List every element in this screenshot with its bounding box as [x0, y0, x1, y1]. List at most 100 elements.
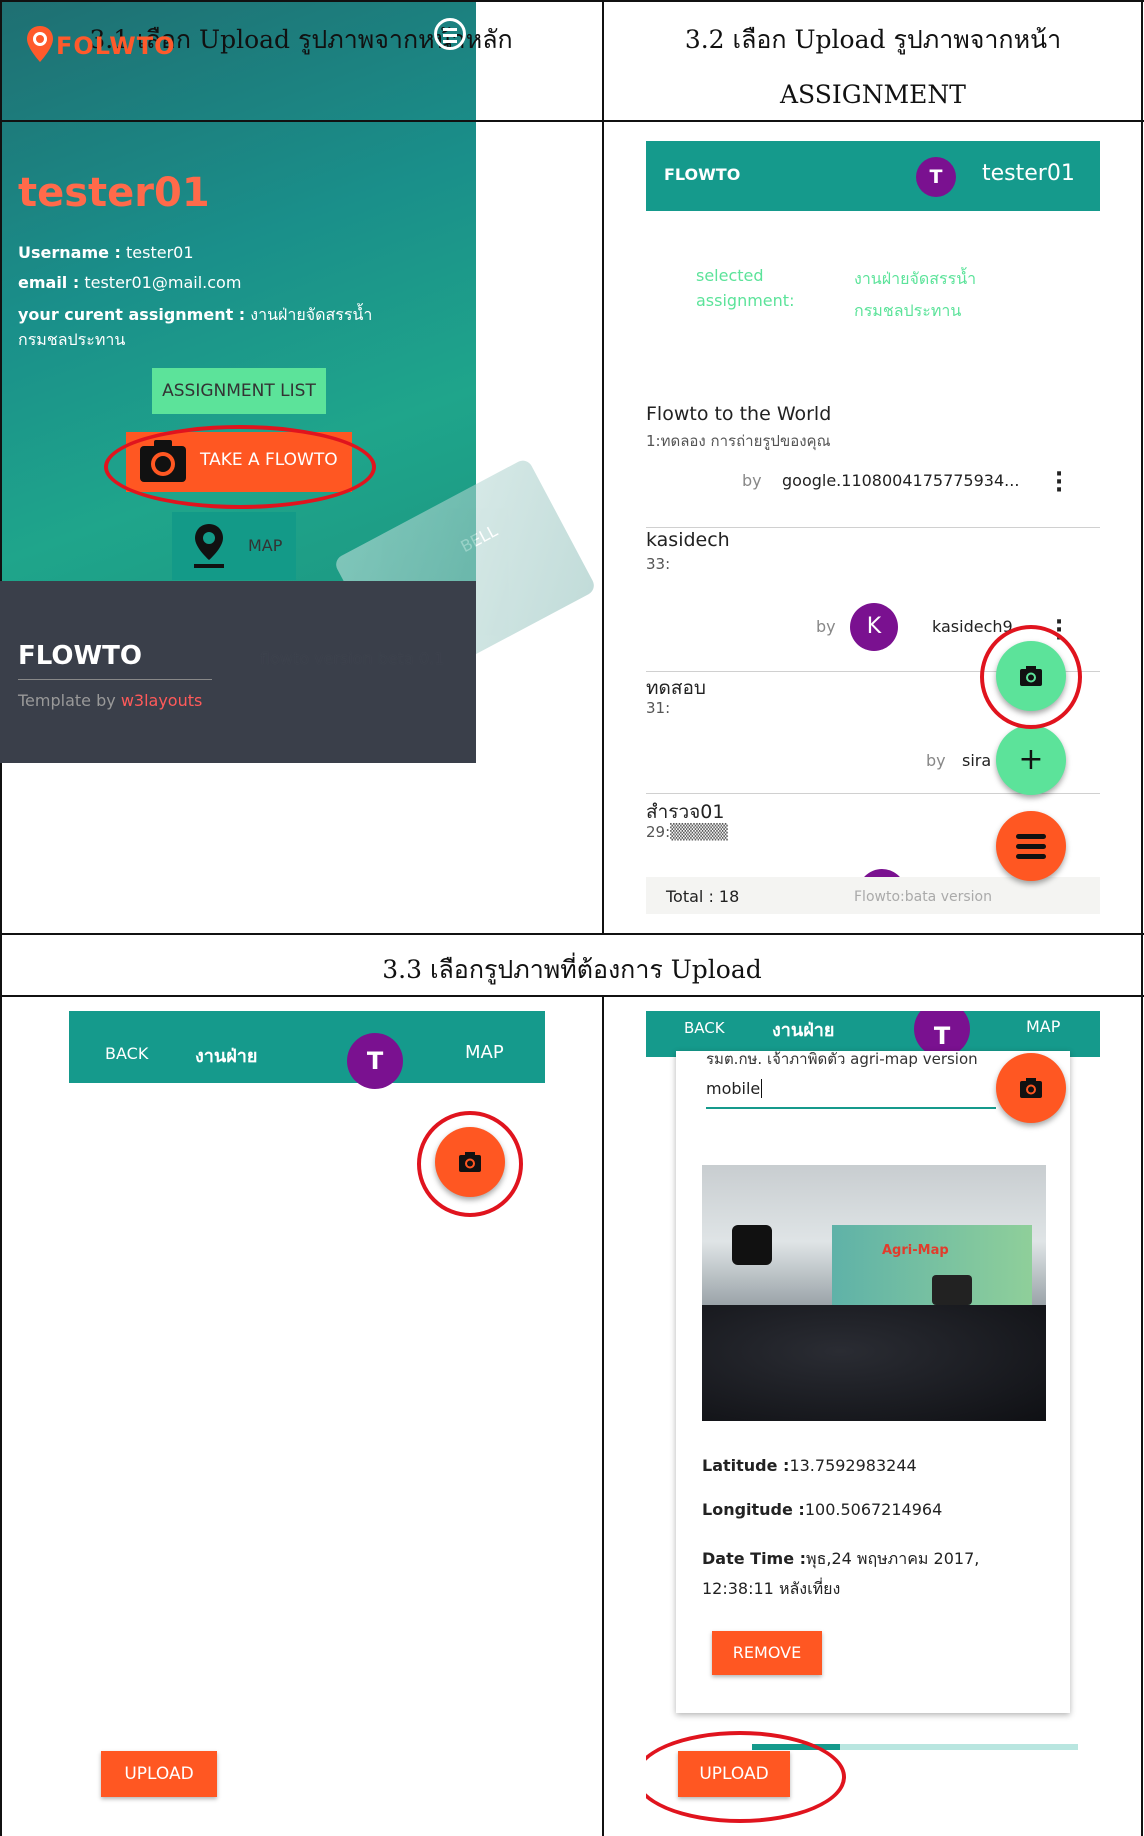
more-vert-icon[interactable]: · · · [1054, 464, 1064, 502]
table-col-divider-bottom [602, 995, 604, 1836]
longitude-line: Longitude :100.5067214964 [702, 1500, 942, 1519]
header-cell-3-2-line1: 3.2 เลือก Upload รูปภาพจากหน้า [684, 25, 1062, 54]
table-row-line-3 [0, 995, 1144, 997]
item-author: kasidech9 [932, 617, 1013, 636]
list-item[interactable]: Flowto to the World 1:ทดลอง การถ่ายรูปขอ… [646, 403, 1100, 523]
uploaded-photo: Agri-Map [702, 1165, 1046, 1421]
username-line: Username : tester01 [18, 243, 194, 262]
table-border-right [1141, 0, 1143, 1836]
footer-brand: FLOWTO [18, 641, 143, 671]
highlight-circle-camera [980, 625, 1082, 729]
app-logo: FOLWTO [56, 32, 176, 60]
highlight-circle-take [104, 425, 376, 509]
back-link[interactable]: BACK [105, 1044, 148, 1063]
header-cell-3-3: 3.3 เลือกรูปภาพที่ต้องการ Upload [382, 955, 762, 984]
datetime-label: Date Time : [702, 1549, 807, 1568]
latitude-line: Latitude :13.7592983244 [702, 1456, 917, 1475]
upload-preview-screen: BACK งานฝ่าย MAP T รมต.กษ. เจ้าภาพิดตัว … [646, 1011, 1100, 1836]
home-screen: BELL FOLWTO tester01 Username : tester01… [0, 0, 598, 763]
datetime-value-2: 12:38:11 หลังเที่ยง [702, 1579, 841, 1598]
add-fab[interactable]: + [996, 725, 1066, 795]
user-title: tester01 [18, 170, 210, 216]
list-footer: Total : 18 Flowto:bata version [646, 877, 1100, 914]
item-title: kasidech [646, 529, 730, 551]
user-avatar[interactable]: T [916, 157, 956, 197]
caption-input-value: mobile [706, 1079, 761, 1098]
assignment-label: your curent assignment : [18, 305, 246, 324]
table-row-line-2 [0, 933, 1144, 935]
longitude-label: Longitude : [702, 1500, 805, 1519]
email-value: tester01@mail.com [79, 273, 242, 292]
app-header: FLOWTO T tester01 [646, 141, 1100, 211]
assignment-value-2: กรมชลประทาน [18, 330, 126, 349]
highlight-circle-upload [646, 1731, 846, 1823]
item-subtitle: 31: [646, 699, 671, 717]
w3layouts-link[interactable]: w3layouts [121, 691, 203, 710]
user-avatar[interactable]: T [347, 1033, 403, 1089]
assignment-screen: FLOWTO T tester01 selected assignment: ง… [646, 141, 1100, 914]
item-subtitle: 29:▒▒▒▒▒ [646, 823, 728, 841]
footer-divider [18, 679, 212, 680]
item-avatar: K [850, 603, 898, 651]
header-username: tester01 [982, 161, 1075, 186]
map-button[interactable]: MAP [172, 512, 296, 580]
photo-sign: Agri-Map [882, 1243, 949, 1258]
item-by: by [816, 617, 836, 636]
item-author: sira [962, 751, 992, 770]
header-title: งานฝ่าย [195, 1046, 258, 1067]
divider [646, 527, 1100, 528]
menu-icon [1016, 834, 1046, 839]
latitude-label: Latitude : [702, 1456, 790, 1475]
camera-fab[interactable] [996, 1053, 1066, 1123]
total-count: Total : 18 [666, 887, 740, 906]
selected-value: งานฝ่ายจัดสรรน้ำ กรมชลประทาน [854, 263, 976, 327]
selected-value-2: กรมชลประทาน [854, 301, 962, 320]
item-title: Flowto to the World [646, 403, 832, 425]
upload-button[interactable]: UPLOAD [101, 1751, 217, 1797]
selected-label-1: selected [696, 266, 764, 285]
item-subtitle: 33: [646, 555, 671, 573]
menu-icon[interactable] [434, 18, 466, 50]
remove-button[interactable]: REMOVE [712, 1631, 822, 1675]
item-author: google.1108004175775934... [782, 471, 1020, 490]
item-by: by [742, 471, 762, 490]
latitude-value: 13.7592983244 [789, 1456, 917, 1475]
item-subtitle: 1:ทดลอง การถ่ายรูปของคุณ [646, 432, 831, 450]
map-pin-icon [194, 524, 224, 568]
map-label: MAP [248, 536, 283, 555]
photo-card: รมต.กษ. เจ้าภาพิดตัว agri-map version mo… [676, 1050, 1070, 1713]
map-link[interactable]: MAP [1026, 1017, 1060, 1036]
selected-label-2: assignment: [696, 291, 795, 310]
highlight-circle-camera [417, 1111, 523, 1217]
template-by-label: Template by [18, 691, 121, 710]
assignment-list-button[interactable]: ASSIGNMENT LIST [152, 368, 326, 414]
footer-version: flowto version beta 0.1 [260, 649, 445, 668]
item-by: by [926, 751, 946, 770]
table-row-line-1 [0, 120, 1144, 122]
camera-icon [1020, 1078, 1042, 1098]
longitude-value: 100.5067214964 [804, 1500, 943, 1519]
email-label: email : [18, 273, 80, 292]
selected-label: selected assignment: [696, 263, 794, 313]
email-line: email : tester01@mail.com [18, 273, 241, 292]
app-header: BACK งานฝ่าย MAP [69, 1011, 545, 1083]
empty-upload-screen: BACK งานฝ่าย MAP T UPLOAD [69, 1011, 545, 1836]
caption-cut-text: รมต.กษ. เจ้าภาพิดตัว agri-map version [706, 1050, 978, 1068]
assignment-value: งานฝ่ายจัดสรรน้ำ [245, 305, 373, 324]
app-title: FLOWTO [664, 165, 741, 184]
datetime-value: พุธ,24 พฤษภาคม 2017, [806, 1549, 980, 1568]
map-link[interactable]: MAP [465, 1042, 504, 1063]
menu-fab[interactable] [996, 811, 1066, 881]
username-label: Username : [18, 243, 121, 262]
footer-template: Template by w3layouts [18, 691, 202, 710]
selected-value-1: งานฝ่ายจัดสรรน้ำ [854, 269, 977, 288]
version-label: Flowto:bata version [854, 889, 992, 905]
back-link[interactable]: BACK [684, 1019, 725, 1037]
device-label: BELL [457, 521, 501, 557]
location-pin-icon [27, 26, 53, 62]
caption-input[interactable]: mobile [706, 1075, 996, 1109]
header-title: งานฝ่าย [772, 1020, 835, 1041]
footer: FLOWTO flowto version beta 0.1 Template … [0, 581, 476, 763]
datetime-line: Date Time :พุธ,24 พฤษภาคม 2017, 12:38:11… [702, 1544, 979, 1604]
table-border-left [0, 0, 2, 1836]
